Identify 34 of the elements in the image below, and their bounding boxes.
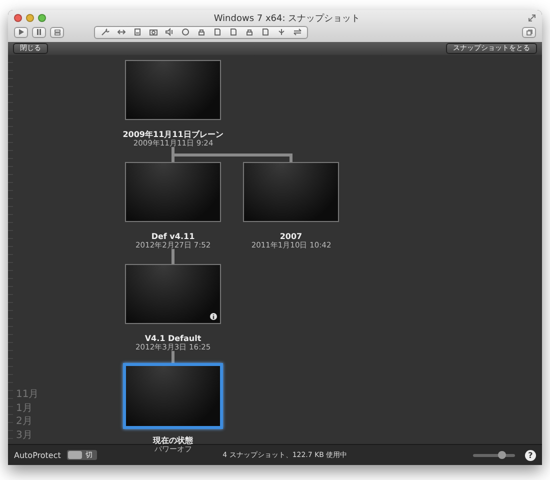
zoom-icon[interactable] [38, 14, 46, 22]
connector-line [172, 249, 174, 264]
snapshot-name: 2007 [280, 232, 302, 242]
snapshot-name: 現在の状態 [153, 436, 193, 446]
snapshot-name: V4.1 Default [144, 334, 202, 344]
snapshot-name: 2009年11月11日ブレーン [122, 130, 224, 140]
snapshot-button[interactable] [50, 26, 64, 38]
snapshot-thumbnail[interactable] [125, 162, 221, 222]
minimize-icon[interactable] [26, 14, 34, 22]
window-title: Windows 7 x64: スナップショット [212, 12, 362, 24]
play-icon [18, 29, 24, 35]
help-button[interactable]: ? [525, 450, 536, 460]
slider-thumb[interactable] [498, 450, 506, 458]
snapshot-thumbnail[interactable] [125, 60, 221, 120]
month-label: 11月 [15, 388, 36, 402]
windows-button[interactable] [522, 26, 536, 38]
autoprotect-label: AutoProtect [14, 450, 61, 460]
snapshot-thumbnail[interactable] [125, 264, 221, 324]
play-button[interactable] [14, 26, 28, 38]
zoom-slider[interactable] [473, 454, 515, 456]
month-label: 3月 [15, 428, 34, 442]
close-icon[interactable] [14, 14, 22, 22]
pause-button[interactable] [32, 26, 46, 38]
snapshot-name: Def v4.11 [151, 232, 195, 242]
stacked-rectangles-icon [54, 28, 60, 36]
fullscreen-icon[interactable] [528, 14, 536, 22]
info-icon[interactable] [210, 313, 217, 320]
month-label: 2月 [15, 415, 34, 428]
overlapping-squares-icon [526, 28, 532, 36]
month-label: 1月 [15, 402, 34, 415]
snapshot-thumbnail[interactable] [123, 363, 223, 429]
connector-line [172, 351, 174, 366]
pause-icon [36, 29, 42, 35]
snapshot-thumbnail[interactable] [243, 162, 339, 222]
